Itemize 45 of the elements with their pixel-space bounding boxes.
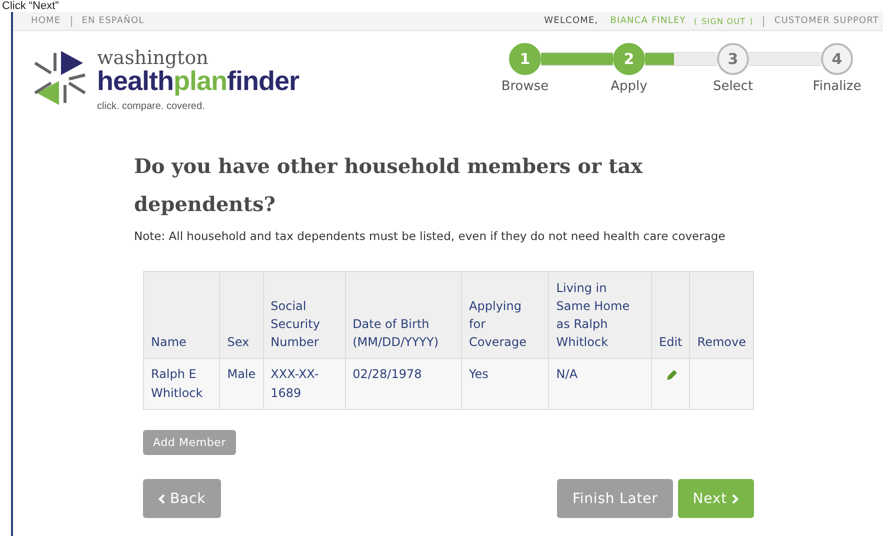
next-button[interactable]: Next [678, 479, 754, 518]
finish-later-button[interactable]: Finish Later [557, 479, 673, 518]
back-button[interactable]: Back [143, 479, 221, 518]
sign-out-paren: ( [694, 16, 698, 26]
column-header: Living in Same Home as Ralph Whitlock [548, 272, 652, 358]
pencil-icon[interactable] [665, 368, 680, 382]
sign-out-link[interactable]: SIGN OUT [702, 16, 746, 26]
step-circle: 1 [509, 43, 541, 75]
chevron-icon [158, 494, 166, 504]
step-circle: 4 [821, 43, 853, 75]
column-header: Applying for Coverage [462, 272, 549, 358]
note-text: Note: All household and tax dependents must be listed, even if they do not need health care coverage [134, 229, 726, 243]
column-header: Remove [690, 272, 754, 358]
logo-icon [31, 49, 89, 107]
user-name: BIANCA FINLEY [610, 16, 686, 26]
welcome-text: WELCOME, [544, 16, 598, 26]
logo-tagline: click. compare. covered. [97, 101, 206, 112]
column-header: Date of Birth (MM/DD/YYYY) [345, 272, 462, 358]
column-header: Sex [220, 272, 264, 358]
add-member-button[interactable]: Add Member [143, 430, 236, 455]
step-label: Browse [501, 79, 549, 94]
step-circle: 3 [717, 43, 749, 75]
caption-text: Click “Next” [1, 0, 60, 12]
column-header: Social Security Number [263, 272, 346, 358]
table-cell: N/A [548, 358, 652, 410]
step-label: Finalize [812, 79, 862, 94]
support-link[interactable]: CUSTOMER SUPPORT [774, 16, 879, 26]
chevron-icon [731, 494, 739, 504]
progress-track [749, 52, 821, 66]
table-cell: 02/28/1978 [345, 358, 462, 410]
nav-link[interactable]: HOME [31, 16, 61, 26]
table-cell: XXX-XX-1689 [263, 358, 346, 410]
column-header: Edit [652, 272, 690, 358]
logo-wordmark: washington [97, 49, 210, 67]
sign-out-paren: ) [750, 16, 754, 26]
step-circle: 2 [613, 43, 645, 75]
step-label: Select [712, 79, 754, 94]
table-cell: Male [220, 358, 264, 410]
table-cell: Ralph E Whitlock [144, 358, 220, 410]
logo-wordmark: healthplanfinder [97, 67, 300, 95]
nav-link[interactable]: EN ESPAÑOL [82, 16, 144, 26]
step-label: Apply [610, 79, 648, 94]
column-header: Name [144, 272, 220, 358]
page-heading: Do you have other household members or tax dependents? [134, 153, 644, 218]
table-cell: Yes [462, 358, 549, 410]
